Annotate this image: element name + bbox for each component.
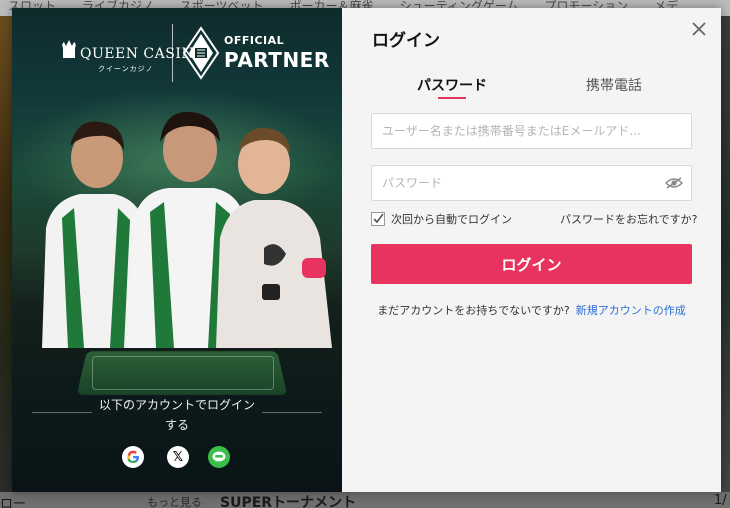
username-field[interactable]: [371, 113, 692, 149]
social-login-row: 𝕏: [12, 446, 342, 470]
players-image: [42, 111, 332, 348]
remember-checkbox[interactable]: [371, 212, 385, 226]
tab-phone[interactable]: 携帯電話: [586, 75, 642, 95]
login-title: ログイン: [372, 31, 440, 51]
bg-page-indicator: 1/: [714, 493, 727, 508]
signup-prompt: まだアカウントをお持ちでないですか?: [377, 304, 570, 317]
bg-section-title: SUPERトーナメント: [220, 495, 357, 508]
official-text: OFFICIAL: [224, 34, 285, 47]
google-icon[interactable]: [122, 446, 144, 468]
close-icon[interactable]: [690, 20, 708, 38]
checkmark-icon: [373, 213, 384, 224]
signup-link[interactable]: 新規アカウントの作成: [576, 304, 686, 317]
active-tab-indicator: [438, 97, 466, 99]
login-panel: ログイン パスワード 携帯電話 次回から自動でログイン パ: [342, 8, 721, 492]
queen-casino-sub: クイーンカジノ: [98, 65, 154, 73]
remember-label: 次回から自動でログイン: [391, 213, 512, 226]
social-login-line1: 以下のアカウントでログイン: [98, 398, 255, 412]
social-login-line2: する: [164, 418, 189, 432]
background-left-strip: [0, 16, 12, 492]
pitch-lines: [92, 356, 274, 390]
username-input[interactable]: [372, 114, 691, 148]
social-login-text: 以下のアカウントでログイン する: [12, 395, 342, 435]
password-input[interactable]: [372, 166, 691, 200]
club-crest-icon: [182, 26, 220, 80]
background-right-strip: [721, 16, 730, 492]
forgot-password-link[interactable]: パスワードをお忘れですか?: [560, 211, 698, 227]
bg-bottom-left: ロー: [0, 497, 27, 508]
login-button[interactable]: ログイン: [371, 244, 692, 284]
line-glyph: [212, 451, 226, 462]
partner-logo-row: QUEEN CASINO クイーンカジノ OFFICIAL PARTNER: [12, 24, 342, 84]
x-icon[interactable]: 𝕏: [167, 446, 189, 468]
password-field[interactable]: [371, 165, 692, 201]
logo-divider: [172, 24, 173, 82]
line-icon[interactable]: [208, 446, 230, 468]
login-modal: QUEEN CASINO クイーンカジノ OFFICIAL PARTNER 以下…: [12, 8, 721, 492]
background-bottom-bar: ロー もっと見る SUPERトーナメント 1/: [0, 492, 730, 508]
promo-panel: QUEEN CASINO クイーンカジノ OFFICIAL PARTNER 以下…: [12, 8, 342, 492]
google-glyph: [127, 450, 139, 463]
partner-text: PARTNER: [224, 48, 330, 72]
bg-more-link: もっと見る: [147, 496, 202, 508]
tab-password[interactable]: パスワード: [417, 75, 487, 95]
queen-crown-icon: [62, 40, 76, 58]
remember-me[interactable]: 次回から自動でログイン: [371, 211, 512, 227]
hide-password-icon[interactable]: [665, 176, 683, 190]
signup-row: まだアカウントをお持ちでないですか? 新規アカウントの作成: [342, 302, 721, 318]
